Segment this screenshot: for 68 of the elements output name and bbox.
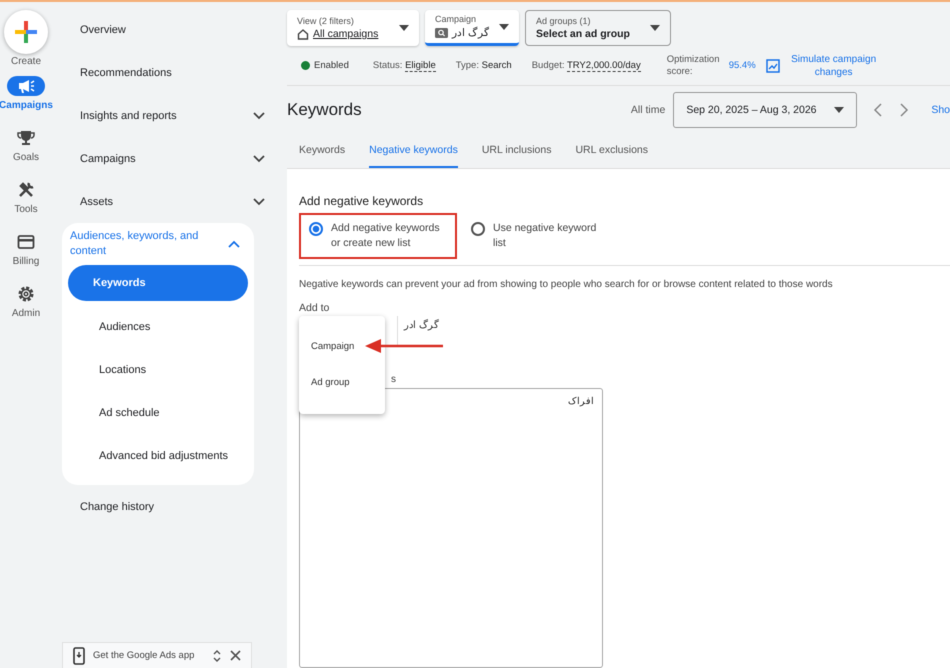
nav-item[interactable]: Assets	[62, 180, 285, 223]
tab[interactable]: URL inclusions	[482, 134, 552, 168]
plus-icon	[13, 19, 39, 45]
search-icon	[435, 28, 448, 38]
nav-subitem[interactable]: Locations	[68, 348, 248, 391]
field-label: Add to	[299, 302, 330, 314]
campaign-name: گرگ ادر	[404, 319, 439, 333]
filter-dropdown[interactable]: View (2 filters) All campaigns	[287, 10, 419, 46]
campaign-type: Type: Search	[456, 60, 512, 72]
nav-item[interactable]: Recommendations	[62, 51, 285, 94]
nav-item[interactable]: Insights and reports	[62, 94, 285, 137]
settings-icon[interactable]	[17, 285, 35, 303]
caret-icon	[834, 107, 844, 114]
filter-dropdown[interactable]: Ad groups (1) Select an ad group	[525, 10, 671, 46]
tab[interactable]: URL exclusions	[575, 134, 648, 168]
rail-label[interactable]: Create	[10, 56, 41, 67]
chevron-down-icon	[253, 112, 265, 120]
megaphone-icon[interactable]	[17, 78, 35, 94]
chevron-up-icon	[228, 240, 240, 248]
chart-icon[interactable]	[766, 58, 780, 73]
caret-icon	[499, 24, 509, 30]
simulate-link[interactable]: Simulate campaign changes	[786, 52, 882, 79]
status-text: Enabled	[301, 60, 349, 72]
nav-subitem[interactable]: Audiences	[68, 305, 248, 348]
date-range-picker[interactable]: Sep 20, 2025 – Aug 3, 2026	[673, 92, 858, 128]
card-icon[interactable]	[17, 234, 35, 250]
rail-label[interactable]: Goals	[12, 152, 40, 163]
banner-text[interactable]: Get the Google Ads app	[93, 650, 204, 661]
close-icon[interactable]	[230, 650, 241, 661]
optimization-label: Optimization score:	[666, 54, 721, 78]
radio-button[interactable]	[471, 222, 485, 236]
chevron-right-icon[interactable]	[899, 102, 910, 118]
chevron-down-icon	[253, 198, 265, 206]
create-button[interactable]	[4, 10, 48, 54]
nav-subitem[interactable]: Advanced bid adjustments	[68, 434, 248, 477]
tab[interactable]: Keywords	[299, 134, 346, 168]
page-title: Keywords	[287, 100, 363, 120]
nav-item[interactable]: Campaigns	[62, 137, 285, 180]
rail-label[interactable]: Admin	[12, 308, 40, 319]
rail-label[interactable]: Billing	[12, 256, 40, 267]
tools-icon[interactable]	[17, 181, 35, 199]
rail-label[interactable]: Tools	[14, 204, 38, 215]
optimization-score[interactable]: 95.4%	[728, 60, 756, 72]
field-label: s	[391, 374, 396, 387]
phone-icon	[73, 646, 85, 664]
expand-icon[interactable]	[212, 648, 222, 662]
caret-icon	[399, 25, 409, 31]
chevron-down-icon	[253, 154, 265, 162]
section-heading: Add negative keywords	[299, 194, 424, 208]
nav-subitem[interactable]: Ad schedule	[68, 391, 248, 434]
keywords-textarea[interactable]: افراک	[299, 388, 603, 668]
radio-option[interactable]: Add negative keywords or create new list	[299, 213, 457, 259]
show-link[interactable]: Sho	[931, 104, 950, 116]
nav-subitem[interactable]: Keywords	[68, 265, 248, 301]
nav-item[interactable]: Change history	[62, 485, 285, 528]
date-range-label: All time	[630, 104, 666, 116]
menu-item[interactable]: Campaign	[299, 328, 385, 364]
caret-icon	[650, 25, 660, 31]
trophy-icon[interactable]	[17, 129, 35, 147]
budget-text: Budget: TRY2,000.00/day	[532, 60, 641, 72]
home-icon	[297, 28, 309, 40]
radio-option[interactable]: Use negative keyword list	[461, 213, 619, 259]
nav-item[interactable]: Overview	[62, 8, 285, 51]
radio-button[interactable]	[309, 222, 323, 236]
chevron-left-icon[interactable]	[873, 102, 884, 118]
description-text: Negative keywords can prevent your ad from showing to people who search for or browse content related to those words	[299, 279, 834, 290]
nav-group-header[interactable]: Audiences, keywords, and content	[62, 223, 254, 265]
status-eligibility: Status: Eligible	[372, 60, 436, 72]
